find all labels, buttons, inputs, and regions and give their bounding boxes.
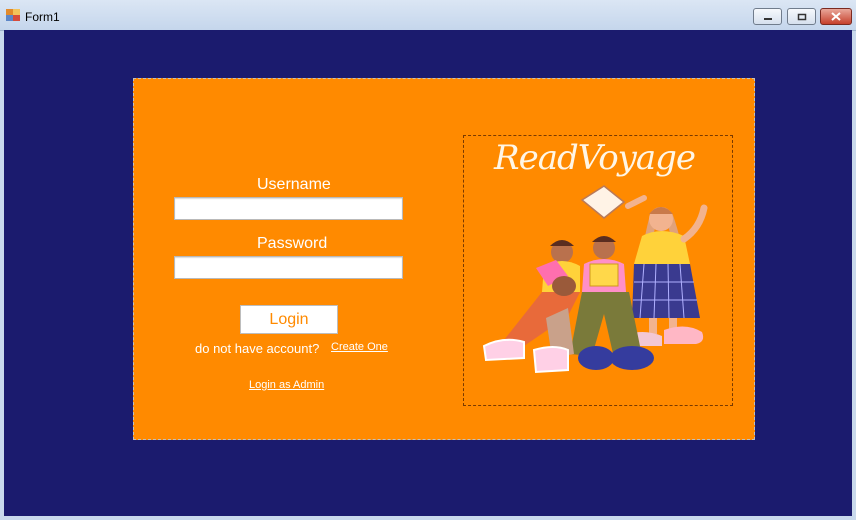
no-account-text: do not have account? (195, 341, 320, 356)
maximize-button[interactable] (787, 8, 816, 25)
window-titlebar: Form1 (0, 0, 856, 31)
create-account-link[interactable]: Create One (331, 341, 388, 353)
username-input[interactable] (174, 197, 403, 220)
admin-login-link[interactable]: Login as Admin (249, 379, 324, 391)
login-panel: Username Password Login do not have acco… (133, 78, 755, 440)
brand-title: ReadVoyage (494, 138, 696, 178)
close-button[interactable] (820, 8, 852, 25)
username-label: Username (257, 176, 331, 193)
login-button[interactable]: Login (240, 305, 338, 334)
minimize-button[interactable] (753, 8, 782, 25)
restore-icon (797, 13, 806, 20)
password-label: Password (257, 235, 328, 252)
brand-image: ReadVoyage (463, 135, 733, 406)
close-icon (831, 12, 841, 21)
minimize-icon (763, 17, 772, 20)
form-client-area: Username Password Login do not have acco… (4, 30, 852, 516)
password-input[interactable] (174, 256, 403, 279)
window-title: Form1 (25, 10, 60, 24)
app-icon (6, 9, 20, 21)
